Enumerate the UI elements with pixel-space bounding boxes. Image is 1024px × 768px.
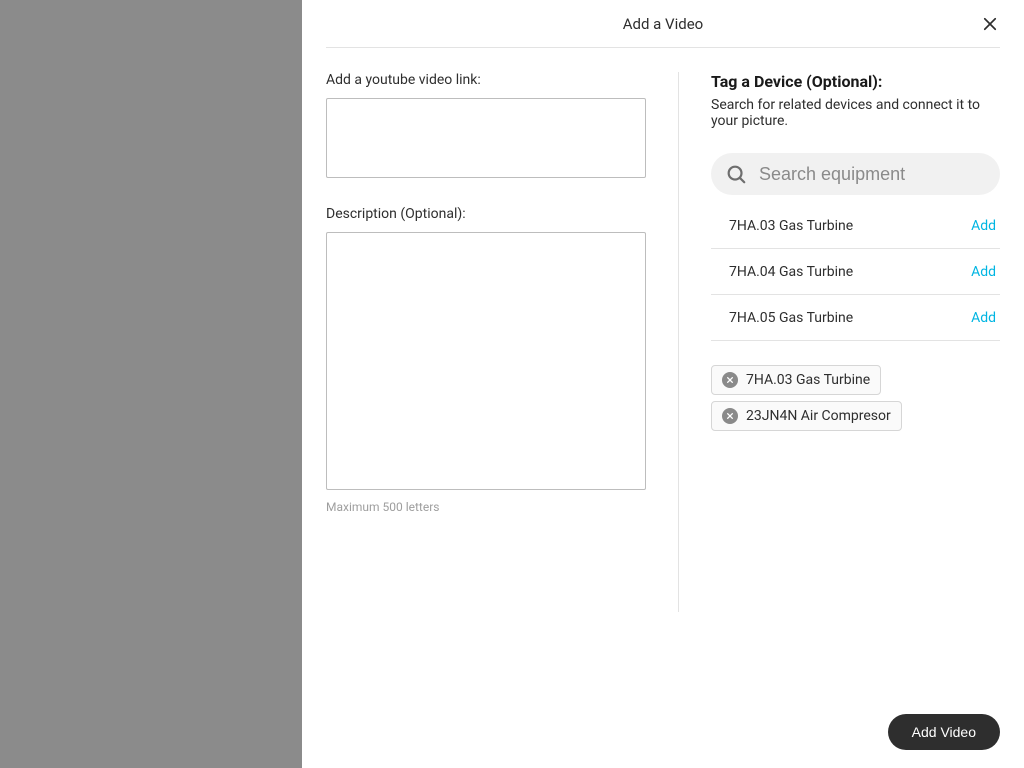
panel-body: Add a youtube video link: Description (O…: [302, 48, 1024, 696]
result-row: 7HA.05 Gas Turbine Add: [711, 295, 1000, 341]
right-column: Tag a Device (Optional): Search for rela…: [711, 72, 1000, 696]
vertical-divider: [678, 72, 679, 612]
youtube-link-input[interactable]: [326, 98, 646, 178]
chip-remove-button[interactable]: [722, 372, 738, 388]
search-wrap: [711, 153, 1000, 195]
selected-chips: 7HA.03 Gas Turbine 23JN4N Air Compresor: [711, 365, 1000, 431]
close-icon: [726, 376, 734, 384]
tag-device-title: Tag a Device (Optional):: [711, 72, 1000, 91]
panel-header: Add a Video: [326, 0, 1000, 48]
panel-footer: Add Video: [302, 696, 1024, 768]
search-equipment-input[interactable]: [711, 153, 1000, 195]
add-video-panel: Add a Video Add a youtube video link: De…: [302, 0, 1024, 768]
panel-title: Add a Video: [623, 15, 703, 33]
device-chip: 23JN4N Air Compresor: [711, 401, 902, 431]
search-icon: [725, 163, 747, 185]
result-row: 7HA.03 Gas Turbine Add: [711, 203, 1000, 249]
tag-device-subtitle: Search for related devices and connect i…: [711, 97, 1000, 129]
chip-label: 7HA.03 Gas Turbine: [746, 372, 870, 388]
add-device-button[interactable]: Add: [971, 218, 1000, 234]
chip-label: 23JN4N Air Compresor: [746, 408, 891, 424]
device-chip: 7HA.03 Gas Turbine: [711, 365, 881, 395]
result-name: 7HA.03 Gas Turbine: [729, 218, 853, 234]
result-row: 7HA.04 Gas Turbine Add: [711, 249, 1000, 295]
result-name: 7HA.04 Gas Turbine: [729, 264, 853, 280]
close-button[interactable]: [980, 14, 1000, 34]
add-device-button[interactable]: Add: [971, 310, 1000, 326]
add-device-button[interactable]: Add: [971, 264, 1000, 280]
close-icon: [726, 412, 734, 420]
search-results: 7HA.03 Gas Turbine Add 7HA.04 Gas Turbin…: [711, 203, 1000, 341]
chip-remove-button[interactable]: [722, 408, 738, 424]
description-label: Description (Optional):: [326, 206, 646, 222]
add-video-button[interactable]: Add Video: [888, 714, 1000, 750]
description-helper: Maximum 500 letters: [326, 500, 646, 514]
close-icon: [981, 15, 999, 33]
result-name: 7HA.05 Gas Turbine: [729, 310, 853, 326]
youtube-link-label: Add a youtube video link:: [326, 72, 646, 88]
description-input[interactable]: [326, 232, 646, 490]
left-column: Add a youtube video link: Description (O…: [326, 72, 646, 696]
